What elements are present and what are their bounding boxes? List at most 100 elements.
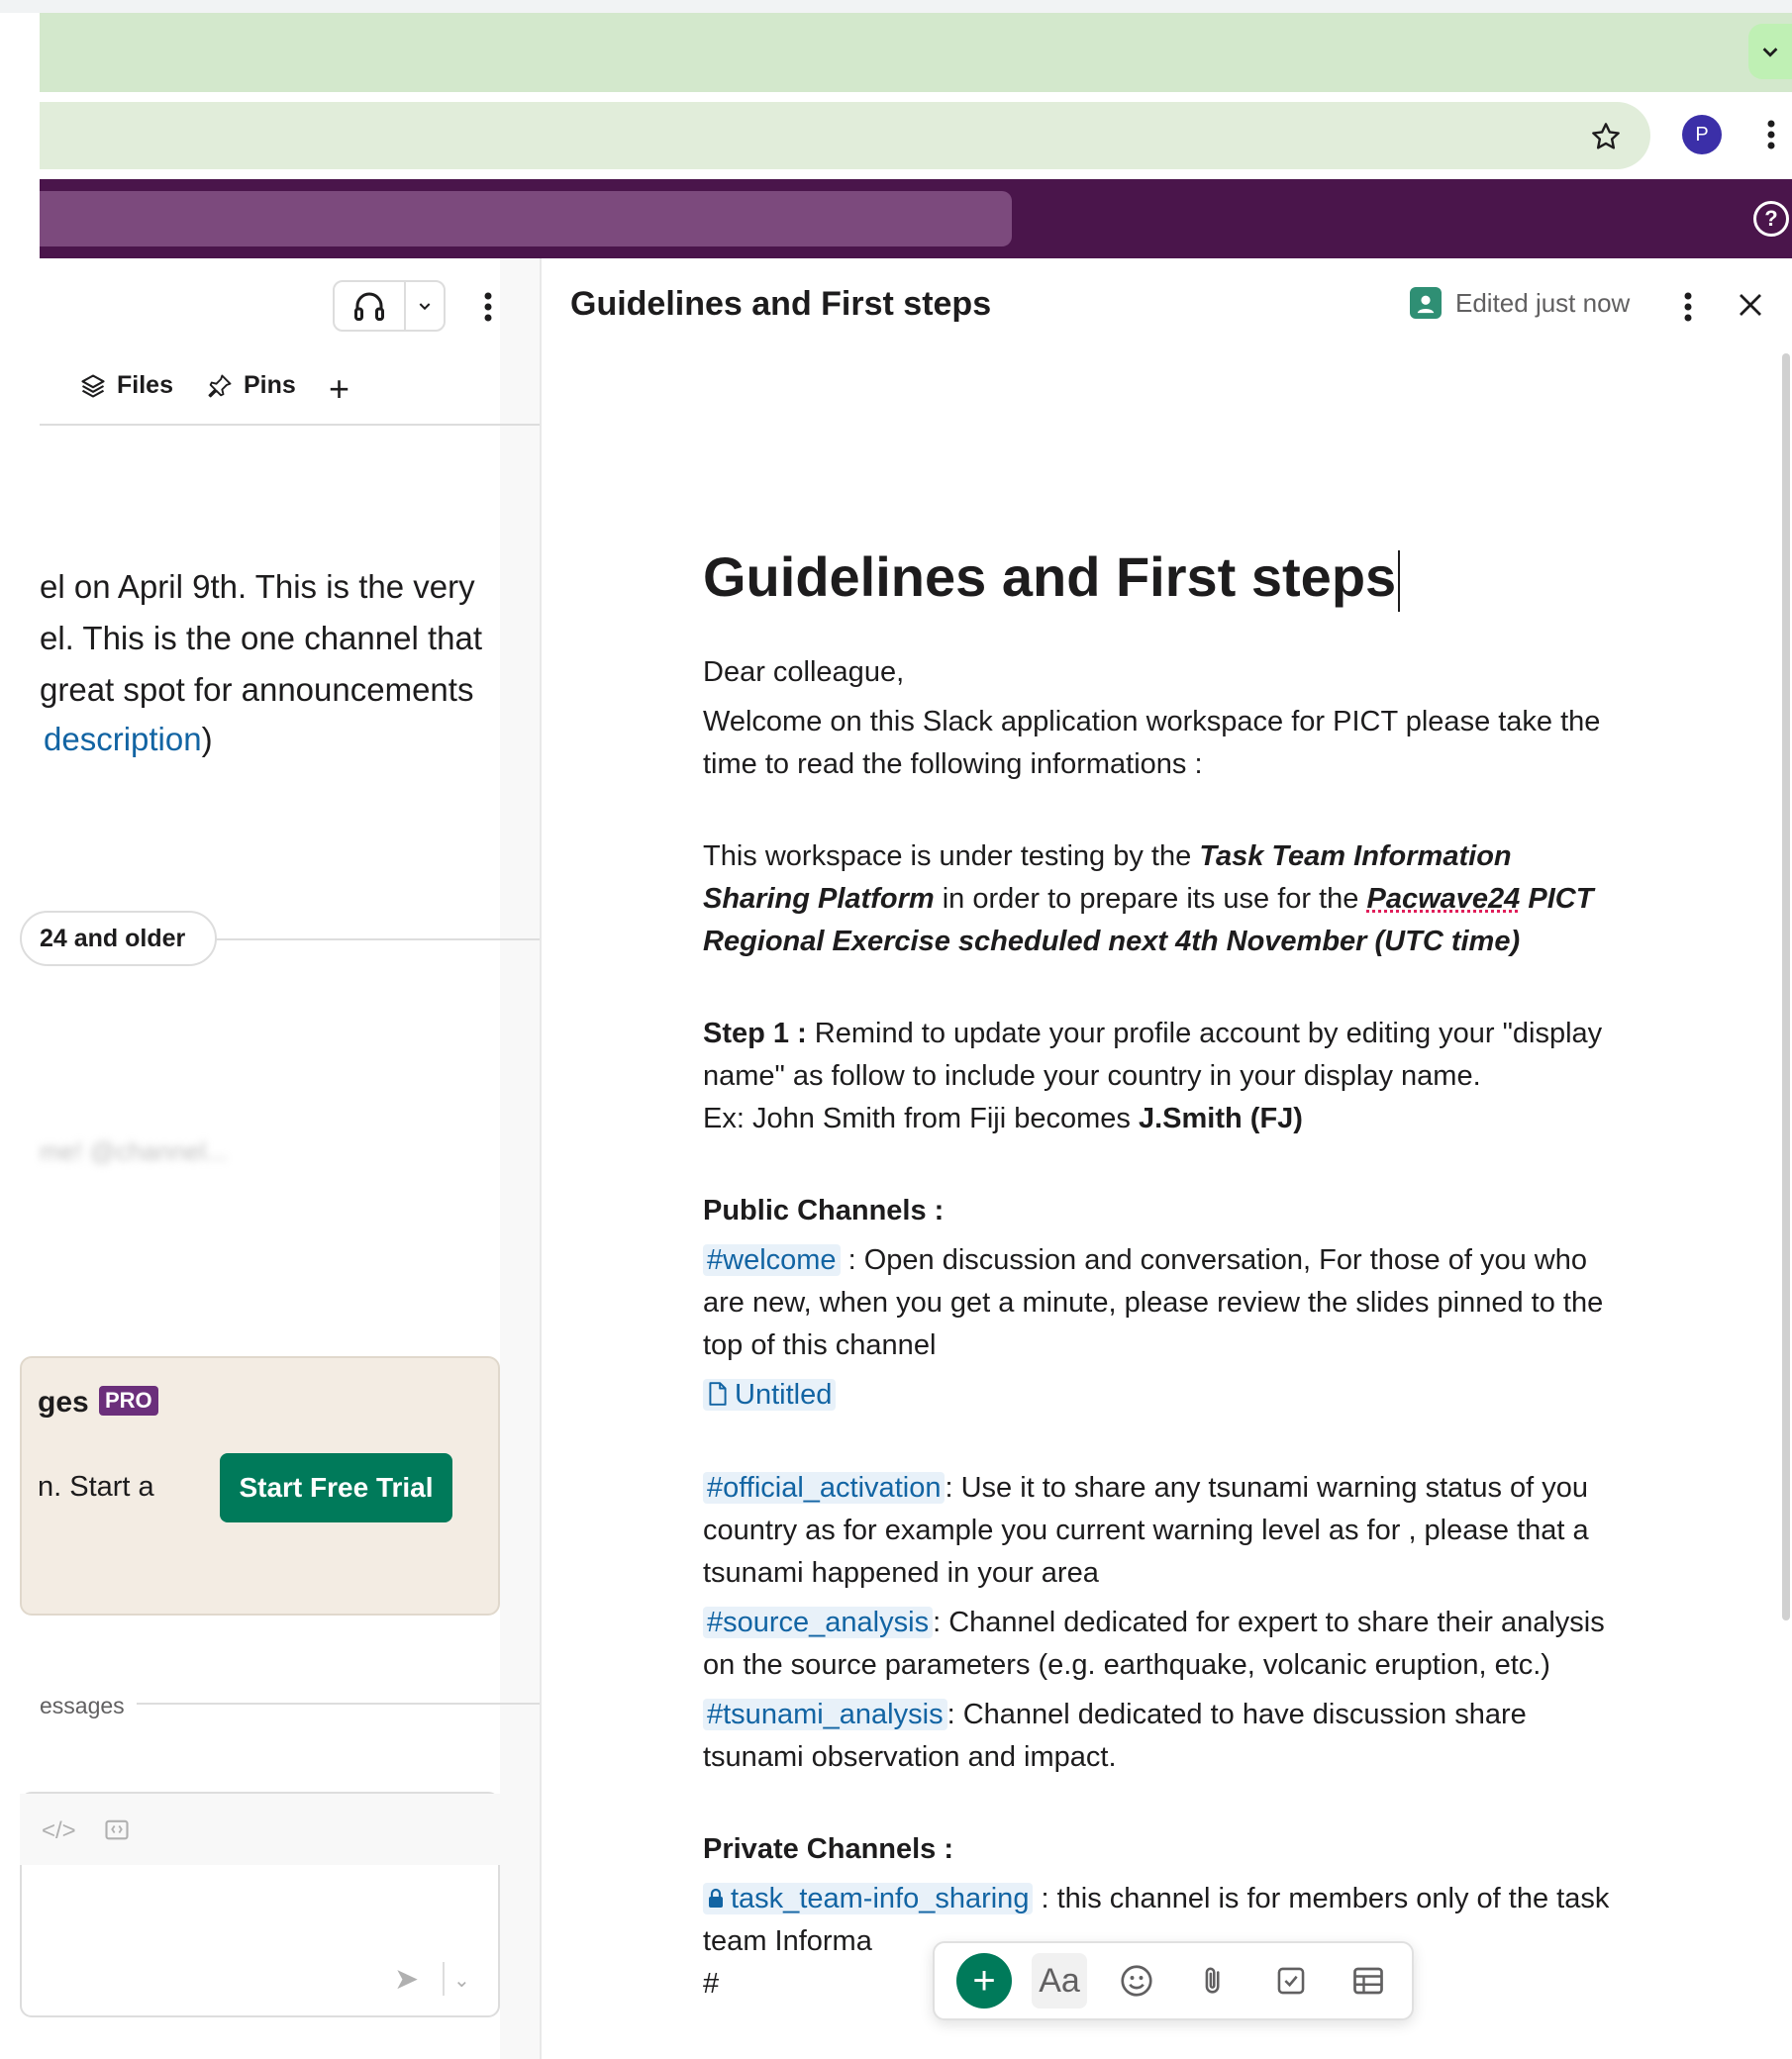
send-icon[interactable]: ➤	[394, 1962, 419, 1997]
private-heading: Private Channels :	[703, 1828, 1624, 1871]
canvas-edit-status: Edited just now	[1410, 287, 1630, 319]
more-vertical-icon	[1684, 292, 1692, 322]
canvas-title-text: Guidelines and First steps	[703, 545, 1397, 608]
channel-menu-button[interactable]	[473, 287, 503, 327]
headphones-icon[interactable]	[335, 282, 406, 330]
example-text: Ex: John Smith from Fiji becomes	[703, 1103, 1139, 1134]
bookmark-star-button[interactable]	[1584, 117, 1628, 156]
tab-pins[interactable]: Pins	[206, 371, 296, 400]
canvas-scrollbar[interactable]	[1782, 353, 1790, 1620]
huddle-options-chevron-icon[interactable]	[406, 298, 444, 314]
more-vertical-icon	[1767, 120, 1775, 149]
code-icon[interactable]: </>	[42, 1817, 76, 1845]
lock-icon	[709, 1888, 723, 1908]
untitled-row: Untitled	[703, 1374, 1624, 1417]
channel-intro-line: el on April 9th. This is the very	[40, 568, 475, 605]
browser-menu-button[interactable]	[1756, 115, 1786, 154]
send-separator	[443, 1962, 445, 1996]
canvas-body[interactable]: Dear colleague, Welcome on this Slack ap…	[703, 651, 1624, 2006]
exercise-name: Pacwave24	[1366, 883, 1521, 915]
channel-link-source-analysis[interactable]: #source_analysis	[703, 1607, 934, 1638]
intro-paren: )	[201, 721, 213, 757]
official-channel-paragraph: #official_activation: Use it to share an…	[703, 1467, 1624, 1595]
channel-intro-line: el. This is the one channel that	[40, 620, 483, 656]
browser-tab-strip	[40, 13, 1792, 92]
welcome-channel-paragraph: #welcome : Open discussion and conversat…	[703, 1239, 1624, 1367]
tab-search-button[interactable]	[1748, 24, 1792, 79]
emoji-icon[interactable]	[1109, 1953, 1164, 2009]
upsell-text: n. Start a	[38, 1471, 154, 1503]
testing-text: This workspace is under testing by the	[703, 840, 1200, 872]
step1-text: Remind to update your profile account by…	[703, 1018, 1603, 1092]
channel-link-task-team-info-sharing[interactable]: task_team-info_sharing	[703, 1883, 1034, 1914]
chevron-down-icon	[1762, 48, 1778, 57]
table-icon[interactable]	[1341, 1953, 1396, 2009]
source-channel-paragraph: #source_analysis: Channel dedicated for …	[703, 1602, 1624, 1687]
edit-description-link[interactable]: description	[44, 721, 202, 757]
tab-files[interactable]: Files	[79, 371, 173, 400]
messages-divider-line	[137, 1703, 540, 1705]
channel-link-official-activation[interactable]: #official_activation	[703, 1472, 946, 1504]
attachment-icon[interactable]	[1186, 1953, 1242, 2009]
text-format-button[interactable]: Aa	[1032, 1953, 1087, 2009]
welcome-paragraph: Welcome on this Slack application worksp…	[703, 706, 1601, 780]
channel-intro-line: description)	[44, 721, 213, 758]
private-channel-name: task_team-info_sharing	[731, 1883, 1030, 1914]
public-heading-text: Public Channels :	[703, 1195, 945, 1226]
close-icon	[1740, 294, 1761, 316]
pro-badge: PRO	[99, 1386, 158, 1416]
address-bar[interactable]	[40, 102, 1650, 169]
tsunami-channel-paragraph: #tsunami_analysis: Channel dedicated to …	[703, 1694, 1624, 1779]
add-tab-button[interactable]: +	[329, 368, 349, 410]
testing-paragraph: This workspace is under testing by the T…	[703, 835, 1624, 963]
pin-icon	[208, 374, 232, 397]
star-icon	[1592, 123, 1620, 149]
public-heading: Public Channels :	[703, 1190, 1624, 1232]
channel-intro-line: great spot for announcements	[40, 671, 474, 708]
upsell-title: ges	[38, 1386, 89, 1419]
channel-pane-gutter	[500, 258, 540, 2059]
testing-text: in order to prepare its use for the	[934, 883, 1367, 915]
checklist-icon[interactable]	[1263, 1953, 1319, 2009]
private-heading-text: Private Channels :	[703, 1833, 954, 1865]
workspace-search-bar[interactable]	[40, 191, 1012, 246]
step1-paragraph: Step 1 : Remind to update your profile a…	[703, 1013, 1624, 1098]
untitled-label: Untitled	[735, 1379, 833, 1411]
messages-divider-label: essages	[40, 1693, 125, 1718]
tab-files-label: Files	[117, 371, 173, 399]
canvas-title[interactable]: Guidelines and First steps	[703, 544, 1401, 613]
code-block-icon[interactable]	[103, 1815, 131, 1848]
text-cursor	[1398, 550, 1401, 613]
user-avatar-icon	[1410, 287, 1442, 319]
untitled-canvas-link[interactable]: Untitled	[703, 1379, 837, 1411]
step1-label: Step 1 :	[703, 1018, 807, 1049]
profile-avatar[interactable]: P	[1682, 115, 1722, 154]
blurred-message-preview: me! @channel...	[40, 1136, 228, 1166]
huddle-button[interactable]	[333, 280, 446, 332]
start-free-trial-button[interactable]: Start Free Trial	[220, 1453, 452, 1522]
example-name: J.Smith (FJ)	[1138, 1103, 1303, 1134]
channel-link-tsunami-analysis[interactable]: #tsunami_analysis	[703, 1699, 947, 1730]
edit-status-text: Edited just now	[1455, 287, 1631, 318]
browser-frame-top	[0, 0, 1792, 13]
close-canvas-button[interactable]	[1731, 285, 1770, 325]
more-vertical-icon	[484, 292, 492, 322]
channel-link-welcome[interactable]: #welcome	[703, 1244, 841, 1276]
canvas-menu-button[interactable]	[1673, 287, 1703, 327]
insert-plus-button[interactable]: +	[956, 1953, 1012, 2009]
greeting: Dear colleague,	[703, 656, 905, 688]
composer-format-bar	[20, 1794, 500, 1865]
canvas-header-title: Guidelines and First steps	[570, 285, 992, 323]
example-line: Ex: John Smith from Fiji becomes J.Smith…	[703, 1098, 1624, 1140]
canvas-insert-toolbar: + Aa	[933, 1941, 1414, 2020]
date-divider-pill[interactable]: 24 and older	[20, 911, 218, 966]
tabs-divider	[40, 424, 540, 426]
chevron-down-icon[interactable]: ⌄	[453, 1968, 470, 1993]
tab-pins-label: Pins	[244, 371, 296, 399]
help-icon[interactable]: ?	[1753, 201, 1789, 237]
